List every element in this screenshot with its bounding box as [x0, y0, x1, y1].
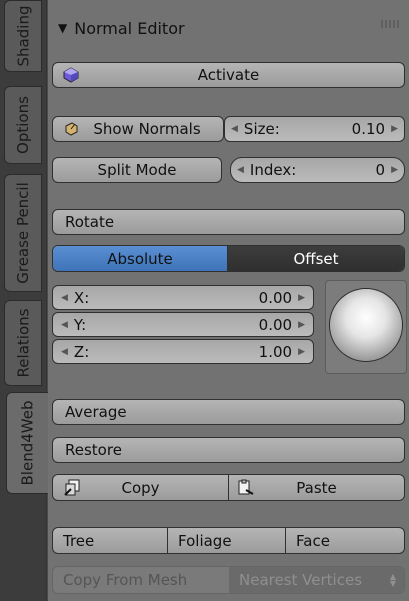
tab-shading[interactable]: Shading — [4, 0, 42, 72]
nearest-vertices-select[interactable]: Nearest Vertices ▲ ▼ — [229, 567, 404, 593]
paste-icon — [237, 479, 255, 497]
size-field-value: 0.10 — [351, 120, 386, 138]
tab-strip: Shading Options Grease Pencil Relations … — [0, 0, 48, 601]
paste-button[interactable]: Paste — [229, 475, 404, 500]
z-field-label: Z: — [73, 342, 90, 361]
index-field-label: Index: — [249, 161, 297, 179]
tab-shading-label: Shading — [14, 5, 32, 67]
activate-button[interactable]: Activate — [52, 62, 405, 88]
copy-paste-row: Copy Paste — [52, 474, 405, 501]
tab-blend4web-label: Blend4Web — [18, 400, 37, 486]
absolute-label: Absolute — [107, 249, 173, 268]
tab-grease-pencil[interactable]: Grease Pencil — [4, 174, 42, 292]
average-button[interactable]: Average — [52, 399, 405, 425]
size-field[interactable]: ◀ Size: 0.10 ▶ — [224, 116, 405, 142]
copy-label: Copy — [121, 478, 160, 497]
mesh-cube-icon — [63, 67, 79, 83]
drag-grip-icon[interactable] — [381, 20, 399, 28]
normal-editor-panel: ▼ Normal Editor Activate Show Normals ◀ … — [48, 0, 409, 601]
copy-icon — [63, 479, 81, 497]
x-field-value: 0.00 — [258, 288, 293, 307]
copy-from-mesh-row: Copy From Mesh Nearest Vertices ▲ ▼ — [52, 566, 405, 594]
y-field[interactable]: ◀ Y: 0.00 ▶ — [52, 312, 314, 337]
tree-button[interactable]: Tree — [53, 528, 168, 553]
decrement-arrow-icon[interactable]: ◀ — [231, 124, 238, 134]
tree-foliage-face-row: Tree Foliage Face — [52, 527, 405, 554]
tab-relations-label: Relations — [14, 308, 33, 378]
foliage-label: Foliage — [178, 531, 232, 550]
split-mode-button[interactable]: Split Mode — [52, 157, 222, 183]
sphere-ball[interactable] — [330, 289, 402, 361]
increment-arrow-icon[interactable]: ▶ — [298, 347, 305, 357]
panel-title: Normal Editor — [74, 18, 185, 38]
absolute-offset-toggle: Absolute Offset — [52, 245, 405, 272]
tree-label: Tree — [63, 531, 95, 550]
size-field-label: Size: — [243, 120, 280, 138]
increment-arrow-icon[interactable]: ▶ — [391, 124, 398, 134]
tab-blend4web[interactable]: Blend4Web — [6, 392, 48, 494]
paste-label: Paste — [296, 478, 337, 497]
foliage-button[interactable]: Foliage — [168, 528, 286, 553]
increment-arrow-icon[interactable]: ▶ — [298, 293, 305, 303]
normal-direction-sphere[interactable] — [325, 280, 407, 374]
z-field[interactable]: ◀ Z: 1.00 ▶ — [52, 339, 314, 364]
absolute-option[interactable]: Absolute — [53, 246, 228, 271]
normals-icon — [63, 121, 79, 137]
updown-chevron-icon: ▲ ▼ — [389, 572, 396, 588]
tab-options[interactable]: Options — [4, 86, 42, 164]
copy-from-mesh-label: Copy From Mesh — [63, 571, 188, 589]
panel-header[interactable]: ▼ Normal Editor — [48, 8, 409, 48]
copy-button[interactable]: Copy — [53, 475, 229, 500]
activate-label: Activate — [197, 66, 260, 84]
offset-option[interactable]: Offset — [228, 246, 404, 271]
nearest-vertices-label: Nearest Vertices — [239, 571, 363, 589]
increment-arrow-icon[interactable]: ▶ — [298, 320, 305, 330]
tab-relations[interactable]: Relations — [4, 300, 42, 386]
tab-grease-pencil-label: Grease Pencil — [14, 182, 32, 284]
copy-from-mesh-button[interactable]: Copy From Mesh — [53, 567, 239, 593]
y-field-value: 0.00 — [258, 315, 293, 334]
decrement-arrow-icon[interactable]: ◀ — [61, 347, 68, 357]
show-normals-toggle[interactable]: Show Normals — [52, 116, 224, 142]
decrement-arrow-icon[interactable]: ◀ — [61, 293, 68, 303]
increment-arrow-icon[interactable]: ▶ — [391, 165, 398, 175]
offset-label: Offset — [293, 249, 339, 268]
face-label: Face — [296, 531, 330, 550]
rotate-button[interactable]: Rotate — [52, 209, 405, 235]
split-mode-label: Split Mode — [97, 161, 177, 179]
face-button[interactable]: Face — [286, 528, 404, 553]
average-label: Average — [65, 403, 127, 421]
restore-button[interactable]: Restore — [52, 437, 405, 463]
tab-options-label: Options — [14, 96, 33, 154]
y-field-label: Y: — [73, 315, 87, 334]
index-field-value: 0 — [375, 161, 386, 179]
rotate-label: Rotate — [65, 213, 115, 231]
z-field-value: 1.00 — [258, 342, 293, 361]
collapse-triangle-icon[interactable]: ▼ — [58, 21, 67, 35]
restore-label: Restore — [65, 441, 122, 459]
x-field[interactable]: ◀ X: 0.00 ▶ — [52, 285, 314, 310]
decrement-arrow-icon[interactable]: ◀ — [61, 320, 68, 330]
show-normals-label: Show Normals — [93, 120, 201, 138]
decrement-arrow-icon[interactable]: ◀ — [237, 165, 244, 175]
index-field[interactable]: ◀ Index: 0 ▶ — [230, 157, 405, 183]
x-field-label: X: — [73, 288, 90, 307]
